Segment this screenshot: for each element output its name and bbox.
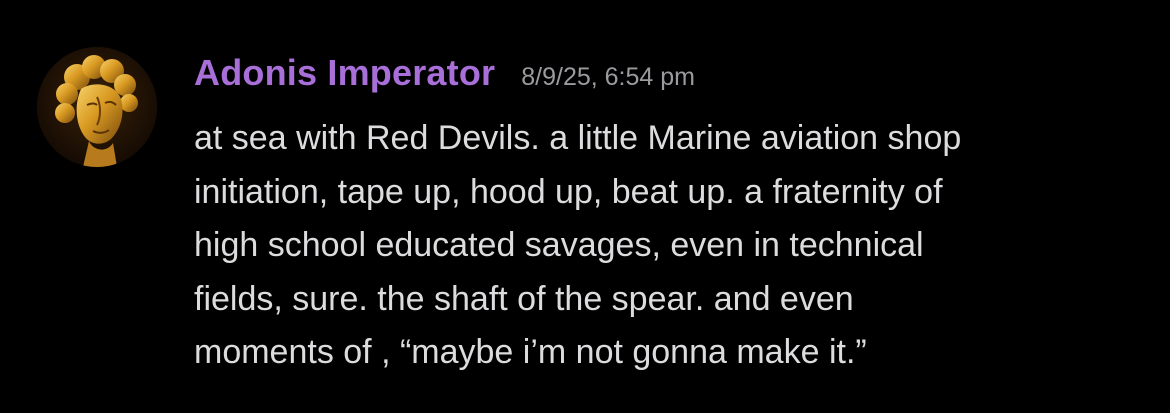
message-line: at sea with Red Devils. a little Marine … [194, 119, 962, 157]
message-line: moments of , “maybe i’m not gonna make i… [194, 333, 867, 371]
avatar[interactable] [37, 47, 157, 167]
message-body: at sea with Red Devils. a little Marine … [194, 112, 1134, 380]
message-line: high school educated savages, even in te… [194, 226, 924, 264]
message-line: initiation, tape up, hood up, beat up. a… [194, 172, 943, 211]
message-line: fields, sure. the shaft of the spear. an… [194, 279, 854, 318]
message-header: Adonis Imperator 8/9/25, 6:54 pm [194, 52, 1134, 108]
author-name[interactable]: Adonis Imperator [194, 52, 495, 94]
timestamp: 8/9/25, 6:54 pm [521, 63, 695, 91]
chat-message: Adonis Imperator 8/9/25, 6:54 pm at sea … [0, 0, 1170, 413]
message-content: Adonis Imperator 8/9/25, 6:54 pm at sea … [194, 52, 1134, 380]
golden-bust-avatar-icon [37, 47, 157, 167]
